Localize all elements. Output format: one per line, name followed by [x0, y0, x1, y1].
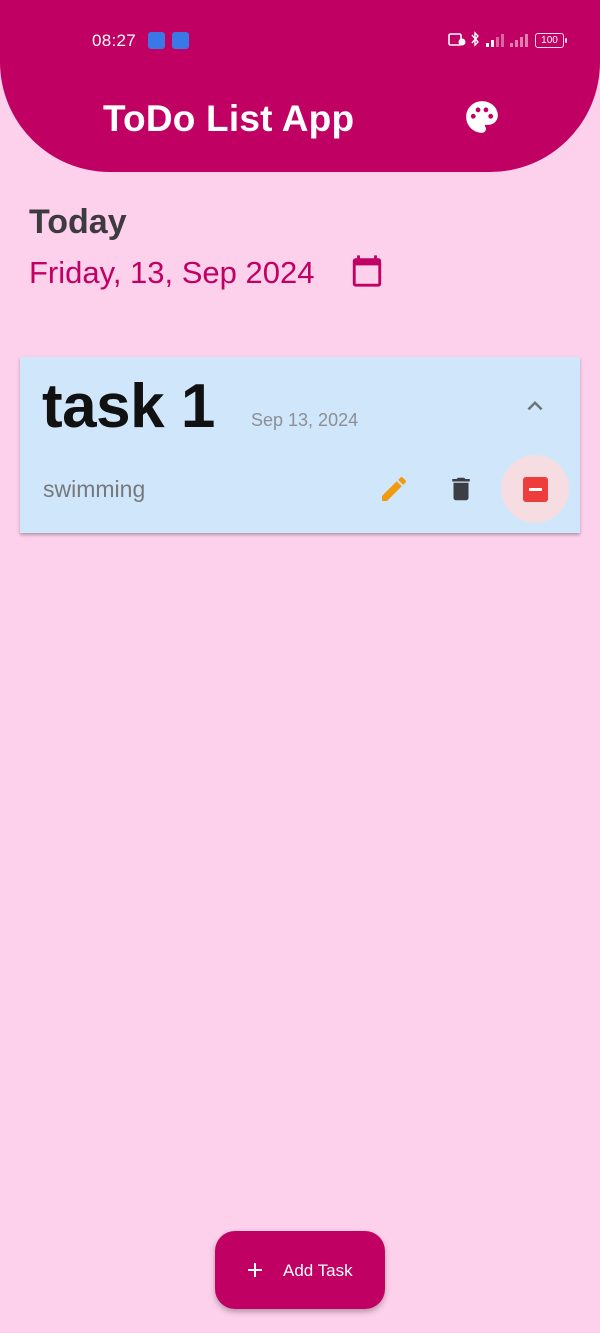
task-title: task 1	[42, 372, 215, 441]
signal-2-icon	[510, 34, 528, 47]
collapse-button[interactable]	[520, 391, 550, 421]
bluetooth-icon	[471, 31, 479, 47]
notification-icon	[148, 32, 165, 49]
date-label: Friday, 13, Sep 2024	[29, 255, 315, 290]
delete-task-button[interactable]	[446, 473, 476, 505]
trash-icon	[452, 477, 470, 501]
plus-icon	[248, 1263, 262, 1277]
pencil-icon	[382, 476, 407, 501]
status-time: 08:27	[92, 31, 137, 50]
edit-task-button[interactable]	[378, 473, 410, 505]
chevron-up-icon	[527, 401, 543, 411]
app-title: ToDo List App	[103, 98, 355, 139]
calendar-button[interactable]	[350, 254, 384, 288]
palette-icon	[466, 101, 498, 133]
app-bar: 08:27 100 ToDo List App	[0, 0, 600, 172]
battery-icon: 100	[535, 33, 567, 48]
minus-box-icon	[523, 477, 548, 502]
add-task-button[interactable]: Add Task	[215, 1231, 385, 1309]
signal-1-icon	[486, 34, 504, 47]
palette-button[interactable]	[463, 98, 501, 136]
add-task-label: Add Task	[283, 1261, 353, 1280]
task-card[interactable]: task 1 Sep 13, 2024 swimming	[20, 357, 580, 533]
remove-task-button[interactable]	[501, 455, 569, 523]
today-label: Today	[29, 203, 127, 241]
task-date: Sep 13, 2024	[251, 410, 359, 430]
nfc-icon	[448, 33, 466, 46]
bluetooth-notification-icon	[172, 32, 189, 49]
task-description: swimming	[43, 476, 146, 502]
calendar-icon	[352, 255, 382, 287]
status-bar: 08:27 100	[0, 0, 600, 80]
